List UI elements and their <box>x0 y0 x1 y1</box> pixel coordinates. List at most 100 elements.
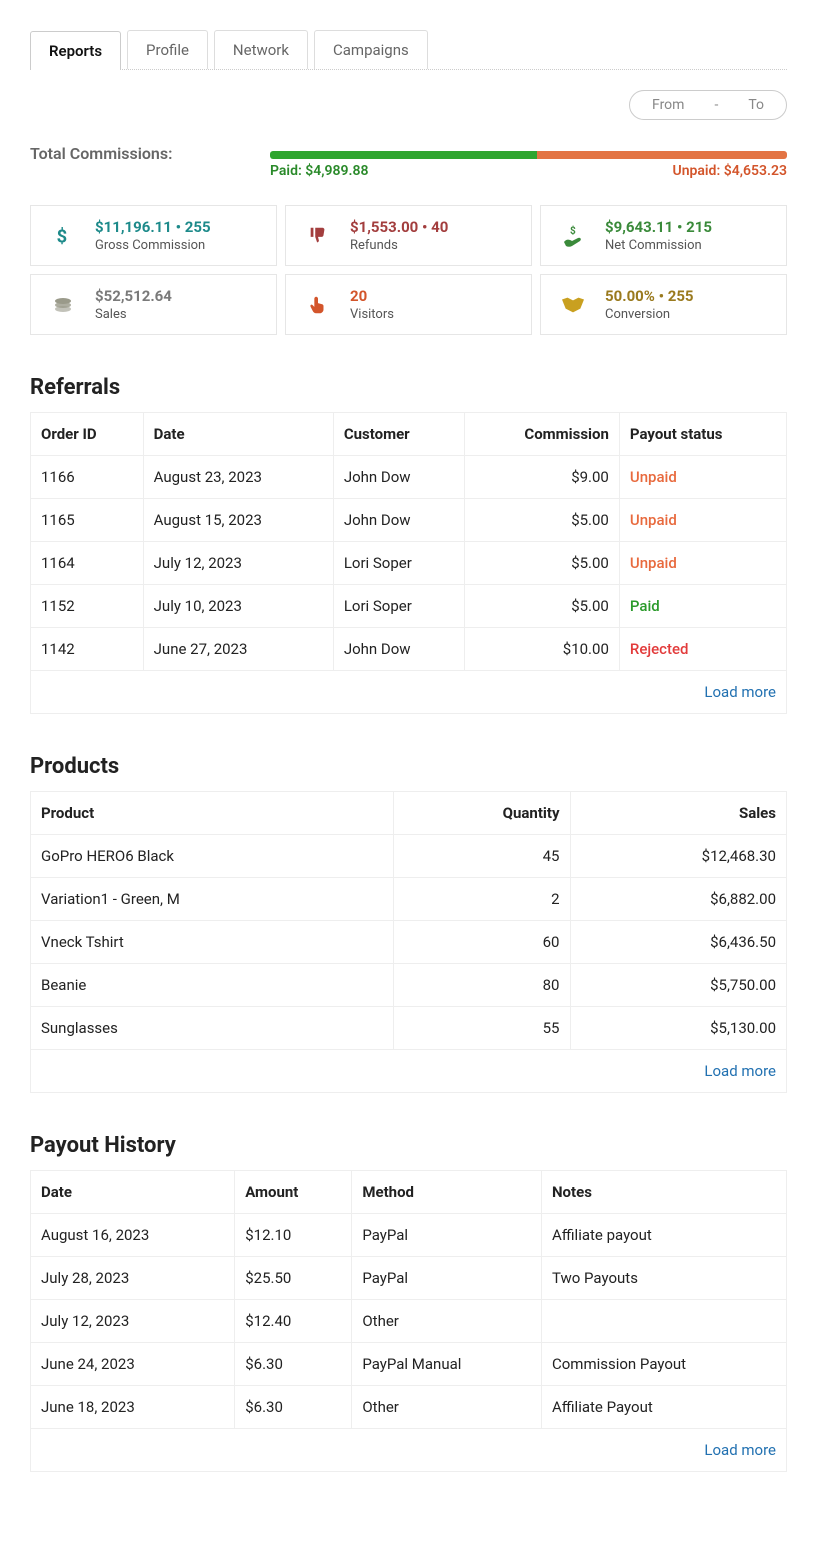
cell-product: Variation1 - Green, M <box>31 878 394 921</box>
products-section: Products Product Quantity Sales GoPro HE… <box>30 754 787 1093</box>
commission-bar-paid <box>270 151 537 159</box>
cell-order: 1166 <box>31 456 144 499</box>
cell-method: Other <box>352 1386 542 1429</box>
table-row: August 16, 2023$12.10PayPalAffiliate pay… <box>31 1214 787 1257</box>
table-row: June 24, 2023$6.30PayPal ManualCommissio… <box>31 1343 787 1386</box>
cell-customer: John Dow <box>333 456 464 499</box>
tabs: Reports Profile Network Campaigns <box>30 30 787 70</box>
handshake-icon <box>555 294 591 316</box>
col-sales: Sales <box>570 792 787 835</box>
cell-order: 1164 <box>31 542 144 585</box>
cell-date: July 12, 2023 <box>31 1300 235 1343</box>
cell-amount: $12.40 <box>235 1300 352 1343</box>
referrals-load-more[interactable]: Load more <box>31 671 787 714</box>
col-ph-method: Method <box>352 1171 542 1214</box>
cell-date: July 28, 2023 <box>31 1257 235 1300</box>
sales-title: Sales <box>95 307 172 322</box>
date-sep: - <box>714 97 718 113</box>
table-row: June 18, 2023$6.30OtherAffiliate Payout <box>31 1386 787 1429</box>
col-date: Date <box>143 413 333 456</box>
cell-product: GoPro HERO6 Black <box>31 835 394 878</box>
cell-notes: Commission Payout <box>541 1343 786 1386</box>
cell-qty: 55 <box>393 1007 570 1050</box>
cell-commission: $5.00 <box>464 585 619 628</box>
cell-customer: Lori Soper <box>333 585 464 628</box>
col-customer: Customer <box>333 413 464 456</box>
pointer-icon <box>300 294 336 316</box>
products-heading: Products <box>30 754 787 779</box>
unpaid-amount: Unpaid: $4,653.23 <box>673 163 787 179</box>
visitors-card: 20 Visitors <box>285 274 532 335</box>
cell-product: Sunglasses <box>31 1007 394 1050</box>
net-value: $9,643.11 • 215 <box>605 218 712 236</box>
products-table: Product Quantity Sales GoPro HERO6 Black… <box>30 791 787 1093</box>
cell-sales: $6,436.50 <box>570 921 787 964</box>
cell-method: PayPal Manual <box>352 1343 542 1386</box>
products-load-more[interactable]: Load more <box>31 1050 787 1093</box>
payout-history-table: Date Amount Method Notes August 16, 2023… <box>30 1170 787 1472</box>
cell-order: 1152 <box>31 585 144 628</box>
cell-customer: Lori Soper <box>333 542 464 585</box>
cell-commission: $5.00 <box>464 542 619 585</box>
visitors-value: 20 <box>350 287 394 305</box>
tab-campaigns[interactable]: Campaigns <box>314 30 428 69</box>
sales-value: $52,512.64 <box>95 287 172 305</box>
visitors-title: Visitors <box>350 307 394 322</box>
cell-sales: $5,130.00 <box>570 1007 787 1050</box>
date-range-picker[interactable]: From - To <box>629 90 787 120</box>
cell-method: PayPal <box>352 1257 542 1300</box>
refunds-value: $1,553.00 • 40 <box>350 218 448 236</box>
tab-reports[interactable]: Reports <box>30 31 121 70</box>
svg-text:$: $ <box>57 226 68 247</box>
paid-amount: Paid: $4,989.88 <box>270 163 369 179</box>
cell-product: Vneck Tshirt <box>31 921 394 964</box>
table-row: 1142June 27, 2023John Dow$10.00Rejected <box>31 628 787 671</box>
conversion-card: 50.00% • 255 Conversion <box>540 274 787 335</box>
cell-date: June 27, 2023 <box>143 628 333 671</box>
tab-network[interactable]: Network <box>214 30 308 69</box>
gross-value: $11,196.11 • 255 <box>95 218 211 236</box>
cell-status: Unpaid <box>619 456 786 499</box>
cell-qty: 80 <box>393 964 570 1007</box>
cell-status: Unpaid <box>619 499 786 542</box>
cell-order: 1165 <box>31 499 144 542</box>
cell-notes: Affiliate Payout <box>541 1386 786 1429</box>
cell-customer: John Dow <box>333 499 464 542</box>
date-to: To <box>748 97 764 113</box>
cell-amount: $12.10 <box>235 1214 352 1257</box>
cell-status: Paid <box>619 585 786 628</box>
dollar-icon: $ <box>45 225 81 247</box>
cell-sales: $5,750.00 <box>570 964 787 1007</box>
conversion-title: Conversion <box>605 307 694 322</box>
net-commission-card: $ $9,643.11 • 215 Net Commission <box>540 205 787 266</box>
cell-method: Other <box>352 1300 542 1343</box>
cell-amount: $25.50 <box>235 1257 352 1300</box>
table-row: 1165August 15, 2023John Dow$5.00Unpaid <box>31 499 787 542</box>
table-row: GoPro HERO6 Black45$12,468.30 <box>31 835 787 878</box>
cell-commission: $10.00 <box>464 628 619 671</box>
cell-qty: 2 <box>393 878 570 921</box>
cell-customer: John Dow <box>333 628 464 671</box>
col-ph-notes: Notes <box>541 1171 786 1214</box>
date-from: From <box>652 97 684 113</box>
payout-history-section: Payout History Date Amount Method Notes … <box>30 1133 787 1472</box>
total-commissions-label: Total Commissions: <box>30 144 250 163</box>
svg-text:$: $ <box>570 224 576 237</box>
stats-grid: $ $11,196.11 • 255 Gross Commission $1,5… <box>30 205 787 335</box>
cell-amount: $6.30 <box>235 1386 352 1429</box>
col-ph-date: Date <box>31 1171 235 1214</box>
cell-notes: Affiliate payout <box>541 1214 786 1257</box>
cell-status: Unpaid <box>619 542 786 585</box>
payout-load-more[interactable]: Load more <box>31 1429 787 1472</box>
refunds-card: $1,553.00 • 40 Refunds <box>285 205 532 266</box>
date-range-row: From - To <box>30 90 787 120</box>
cell-order: 1142 <box>31 628 144 671</box>
col-product: Product <box>31 792 394 835</box>
tab-profile[interactable]: Profile <box>127 30 208 69</box>
cell-amount: $6.30 <box>235 1343 352 1386</box>
col-ph-amount: Amount <box>235 1171 352 1214</box>
cell-method: PayPal <box>352 1214 542 1257</box>
cell-status: Rejected <box>619 628 786 671</box>
table-row: July 28, 2023$25.50PayPalTwo Payouts <box>31 1257 787 1300</box>
table-row: 1166August 23, 2023John Dow$9.00Unpaid <box>31 456 787 499</box>
